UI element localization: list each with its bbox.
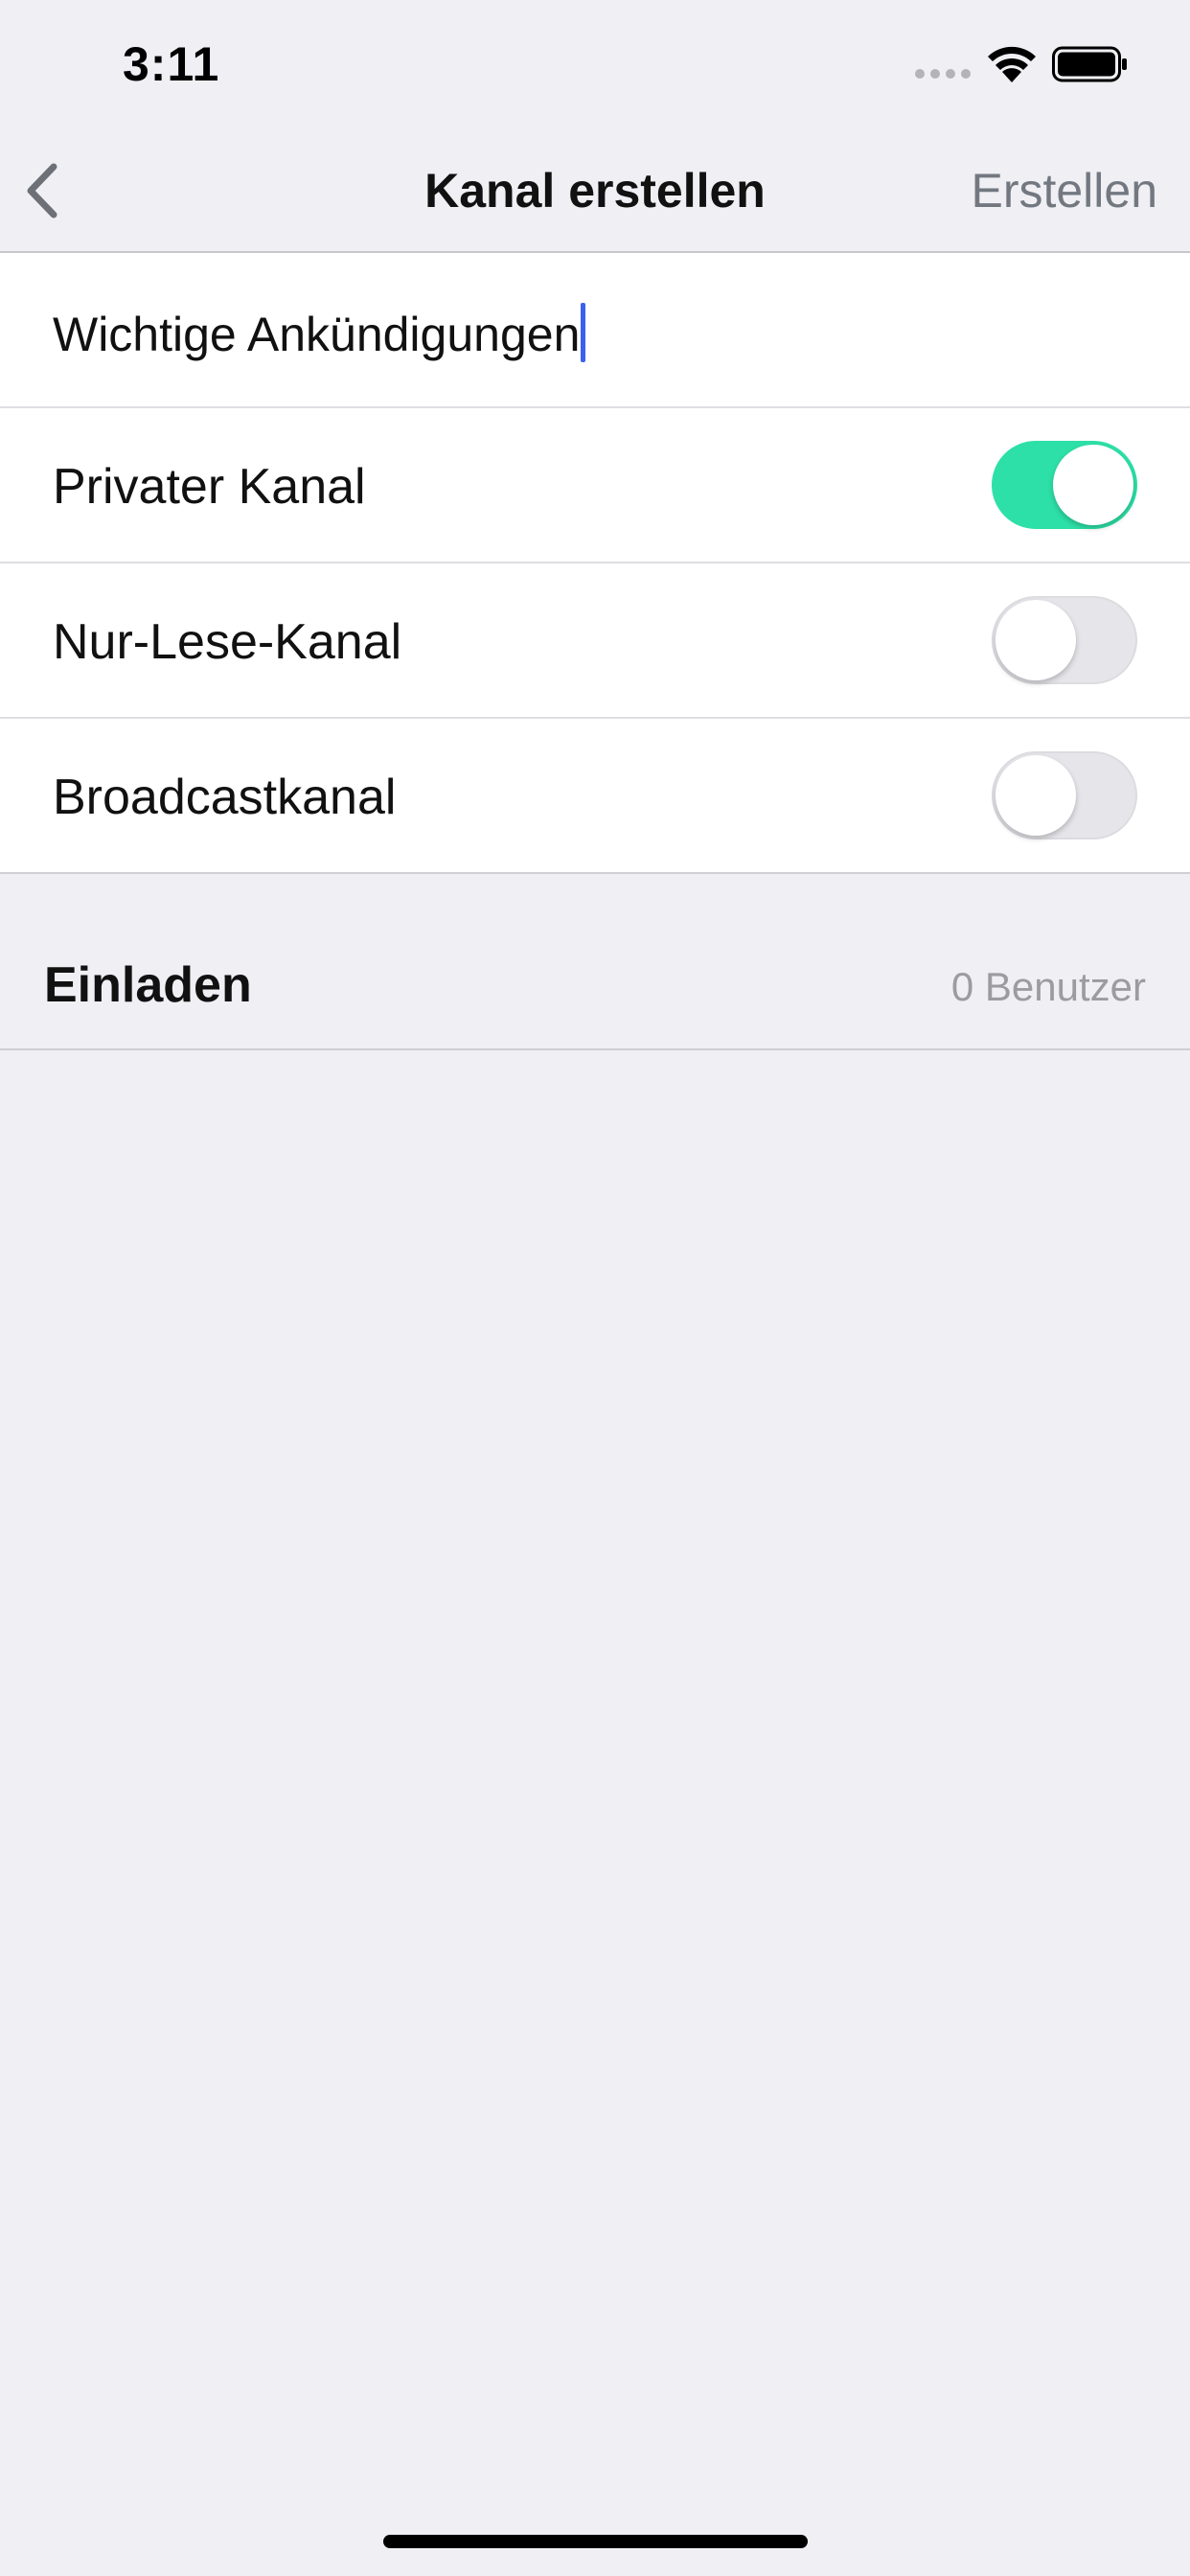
text-caret bbox=[581, 303, 586, 362]
channel-name-input[interactable]: Wichtige Ankündigungen bbox=[53, 303, 586, 362]
battery-icon bbox=[1052, 46, 1127, 82]
channel-form: Wichtige Ankündigungen Privater Kanal Nu… bbox=[0, 253, 1190, 874]
switch-knob bbox=[995, 755, 1076, 836]
switch-knob bbox=[995, 600, 1076, 680]
broadcast-channel-switch[interactable] bbox=[992, 751, 1137, 840]
toggle-row-private: Privater Kanal bbox=[0, 408, 1190, 564]
channel-name-row: Wichtige Ankündigungen bbox=[0, 253, 1190, 408]
invite-section-header[interactable]: Einladen 0 Benutzer bbox=[0, 882, 1190, 1050]
status-bar: 3:11 bbox=[0, 0, 1190, 126]
invite-title: Einladen bbox=[44, 957, 252, 1013]
create-channel-screen: 3:11 Kanal erstellen Erstellen Wichtige … bbox=[0, 0, 1190, 2576]
broadcast-channel-label: Broadcastkanal bbox=[53, 770, 397, 825]
home-indicator[interactable] bbox=[383, 2535, 808, 2548]
switch-knob bbox=[1053, 445, 1133, 525]
toggle-row-broadcast: Broadcastkanal bbox=[0, 719, 1190, 874]
toggle-row-read-only: Nur-Lese-Kanal bbox=[0, 564, 1190, 719]
channel-name-value: Wichtige Ankündigungen bbox=[53, 308, 581, 361]
read-only-channel-switch[interactable] bbox=[992, 596, 1137, 684]
navigation-bar: Kanal erstellen Erstellen bbox=[0, 126, 1190, 253]
status-time: 3:11 bbox=[123, 37, 220, 91]
invite-user-count: 0 Benutzer bbox=[950, 964, 1146, 1009]
private-channel-switch[interactable] bbox=[992, 441, 1137, 529]
read-only-channel-label: Nur-Lese-Kanal bbox=[53, 614, 402, 670]
wifi-icon bbox=[988, 46, 1036, 82]
signal-icon bbox=[915, 69, 971, 79]
create-button[interactable]: Erstellen bbox=[971, 163, 1157, 218]
private-channel-label: Privater Kanal bbox=[53, 459, 366, 515]
